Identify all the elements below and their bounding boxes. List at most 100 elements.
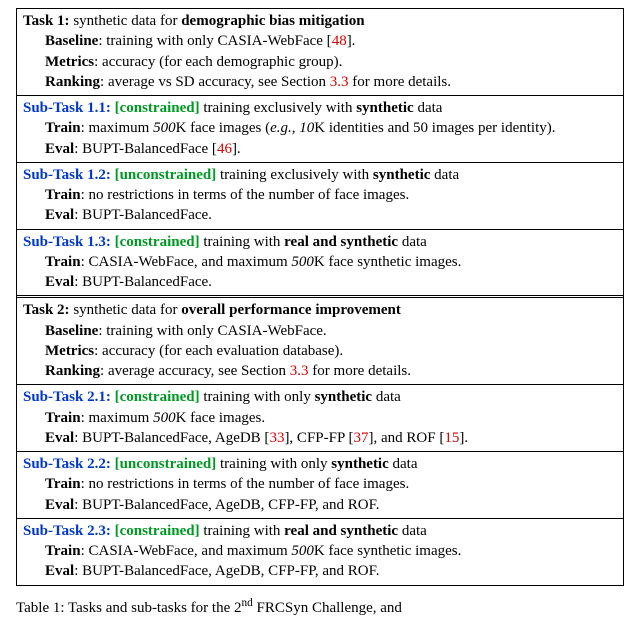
subtask-1-2-constraint: [unconstrained] xyxy=(111,167,216,183)
subtask-1-1-train-label: Train xyxy=(45,120,81,136)
subtask-2-1-desc-c: data xyxy=(372,389,401,405)
subtask-2-2-eval: Eval: BUPT-BalancedFace, AgeDB, CFP-FP, … xyxy=(23,495,617,515)
subtask-2-1-eval-c: ], and ROF [ xyxy=(369,430,445,446)
subtask-2-3: Sub-Task 2.3: [constrained] training wit… xyxy=(17,518,623,585)
task2-desc-b: overall performance improvement xyxy=(181,302,401,318)
subtask-1-3-train-a: : CASIA-WebFace, and maximum xyxy=(81,254,292,270)
subtask-2-1-desc-a: training with only xyxy=(200,389,315,405)
task1-header: Task 1: synthetic data for demographic b… xyxy=(23,11,617,31)
subtask-2-3-train: Train: CASIA-WebFace, and maximum 500K f… xyxy=(23,541,617,561)
task2-ranking-ref: 3.3 xyxy=(290,363,309,379)
subtask-2-2-train-label: Train xyxy=(45,476,81,492)
subtask-2-1-train: Train: maximum 500K face images. xyxy=(23,408,617,428)
task1-desc-a: synthetic data for xyxy=(70,13,182,29)
subtask-2-3-desc-c: data xyxy=(398,523,427,539)
subtask-2-2-header: Sub-Task 2.2: [unconstrained] training w… xyxy=(23,454,617,474)
subtask-2-3-train-b: face synthetic images. xyxy=(325,543,462,559)
subtask-1-2: Sub-Task 1.2: [unconstrained] training e… xyxy=(17,162,623,229)
subtask-1-1-train-d: identities and 50 images per identity). xyxy=(325,120,555,136)
subtask-1-2-header: Sub-Task 1.2: [unconstrained] training e… xyxy=(23,165,617,185)
subtask-1-3-eval-text: : BUPT-BalancedFace. xyxy=(74,274,212,290)
subtask-1-1-desc-b: synthetic xyxy=(356,100,414,116)
subtask-2-2: Sub-Task 2.2: [unconstrained] training w… xyxy=(17,451,623,518)
subtask-1-3-train-b: face synthetic images. xyxy=(325,254,462,270)
subtask-2-2-train: Train: no restrictions in terms of the n… xyxy=(23,474,617,494)
subtask-2-2-constraint: [unconstrained] xyxy=(111,456,216,472)
subtask-1-2-desc-c: data xyxy=(430,167,459,183)
task-table: Task 1: synthetic data for demographic b… xyxy=(16,8,624,586)
subtask-2-3-header: Sub-Task 2.3: [constrained] training wit… xyxy=(23,521,617,541)
subtask-1-1-train-a: : maximum xyxy=(81,120,154,136)
subtask-2-2-train-text: : no restrictions in terms of the number… xyxy=(81,476,410,492)
subtask-2-3-train-k: 500K xyxy=(291,543,324,559)
subtask-2-1-eval-d: ]. xyxy=(459,430,468,446)
subtask-2-1-train-label: Train xyxy=(45,410,81,426)
subtask-1-3-label: Sub-Task 1.3: xyxy=(23,234,111,250)
subtask-1-1-eval-b: ]. xyxy=(232,141,241,157)
subtask-1-2-train: Train: no restrictions in terms of the n… xyxy=(23,185,617,205)
subtask-2-1-desc-b: synthetic xyxy=(315,389,373,405)
subtask-1-1-train-eg: e.g., xyxy=(270,120,295,136)
subtask-2-3-label: Sub-Task 2.3: xyxy=(23,523,111,539)
subtask-2-3-eval-text: : BUPT-BalancedFace, AgeDB, CFP-FP, and … xyxy=(74,563,379,579)
subtask-1-3-desc-c: data xyxy=(398,234,427,250)
subtask-2-3-eval-label: Eval xyxy=(45,563,74,579)
subtask-2-1: Sub-Task 2.1: [constrained] training wit… xyxy=(17,384,623,451)
subtask-2-2-desc-c: data xyxy=(389,456,418,472)
subtask-2-1-train-k: 500K xyxy=(153,410,186,426)
caption-suffix: FRCSyn Challenge, and xyxy=(253,600,402,616)
subtask-1-1-label: Sub-Task 1.1: xyxy=(23,100,111,116)
subtask-1-2-eval: Eval: BUPT-BalancedFace. xyxy=(23,205,617,225)
subtask-1-1-eval-ref: 46 xyxy=(217,141,232,157)
subtask-1-2-eval-label: Eval xyxy=(45,207,74,223)
task2-baseline-label: Baseline xyxy=(45,323,98,339)
task2-baseline-text: : training with only CASIA-WebFace. xyxy=(98,323,326,339)
subtask-1-3-eval: Eval: BUPT-BalancedFace. xyxy=(23,272,617,292)
task1-baseline-text: : training with only CASIA-WebFace [ xyxy=(98,33,331,49)
task1-baseline-ref: 48 xyxy=(332,33,347,49)
subtask-2-1-eval-a: : BUPT-BalancedFace, AgeDB [ xyxy=(74,430,269,446)
subtask-2-3-eval: Eval: BUPT-BalancedFace, AgeDB, CFP-FP, … xyxy=(23,561,617,581)
subtask-2-1-eval-ref2: 37 xyxy=(354,430,369,446)
subtask-2-1-eval-ref1: 33 xyxy=(269,430,284,446)
task1-block: Task 1: synthetic data for demographic b… xyxy=(17,9,623,95)
task2-ranking-label: Ranking xyxy=(45,363,100,379)
subtask-1-1-train-k: 500K xyxy=(153,120,186,136)
task1-baseline-tail: ]. xyxy=(347,33,356,49)
subtask-2-1-train-a: : maximum xyxy=(81,410,154,426)
subtask-2-1-label: Sub-Task 2.1: xyxy=(23,389,111,405)
subtask-2-1-eval-b: ], CFP-FP [ xyxy=(284,430,353,446)
task2-baseline: Baseline: training with only CASIA-WebFa… xyxy=(23,321,617,341)
caption-sup: nd xyxy=(242,597,253,609)
subtask-2-1-header: Sub-Task 2.1: [constrained] training wit… xyxy=(23,387,617,407)
subtask-1-2-train-label: Train xyxy=(45,187,81,203)
subtask-1-3-train-k: 500K xyxy=(291,254,324,270)
subtask-1-3-train: Train: CASIA-WebFace, and maximum 500K f… xyxy=(23,252,617,272)
task1-desc-b: demographic bias mitigation xyxy=(181,13,364,29)
task2-label: Task 2: xyxy=(23,302,70,318)
task2-metrics: Metrics: accuracy (for each evaluation d… xyxy=(23,341,617,361)
subtask-1-1-desc-a: training exclusively with xyxy=(200,100,357,116)
table-caption: Table 1: Tasks and sub-tasks for the 2nd… xyxy=(16,596,624,618)
task2-desc-a: synthetic data for xyxy=(70,302,182,318)
subtask-2-3-train-label: Train xyxy=(45,543,81,559)
subtask-2-3-desc-a: training with xyxy=(200,523,285,539)
subtask-1-3-desc-b: real and synthetic xyxy=(284,234,398,250)
task1-ranking-ref: 3.3 xyxy=(330,74,349,90)
subtask-2-2-label: Sub-Task 2.2: xyxy=(23,456,111,472)
subtask-2-1-eval: Eval: BUPT-BalancedFace, AgeDB [33], CFP… xyxy=(23,428,617,448)
subtask-1-2-desc-a: training exclusively with xyxy=(216,167,373,183)
task1-ranking-a: : average vs SD accuracy, see Section xyxy=(100,74,330,90)
subtask-2-1-constraint: [constrained] xyxy=(111,389,200,405)
task1-ranking-b: for more details. xyxy=(349,74,451,90)
subtask-2-1-train-b: face images. xyxy=(186,410,265,426)
subtask-1-1-train-b: face images ( xyxy=(186,120,270,136)
subtask-2-2-desc-a: training with only xyxy=(216,456,331,472)
subtask-1-2-label: Sub-Task 1.2: xyxy=(23,167,111,183)
subtask-1-1-header: Sub-Task 1.1: [constrained] training exc… xyxy=(23,98,617,118)
subtask-1-3-eval-label: Eval xyxy=(45,274,74,290)
task1-baseline: Baseline: training with only CASIA-WebFa… xyxy=(23,31,617,51)
subtask-1-3-header: Sub-Task 1.3: [constrained] training wit… xyxy=(23,232,617,252)
subtask-1-1-eval: Eval: BUPT-BalancedFace [46]. xyxy=(23,139,617,159)
caption-prefix: Table 1: Tasks and sub-tasks for the 2 xyxy=(16,600,242,616)
